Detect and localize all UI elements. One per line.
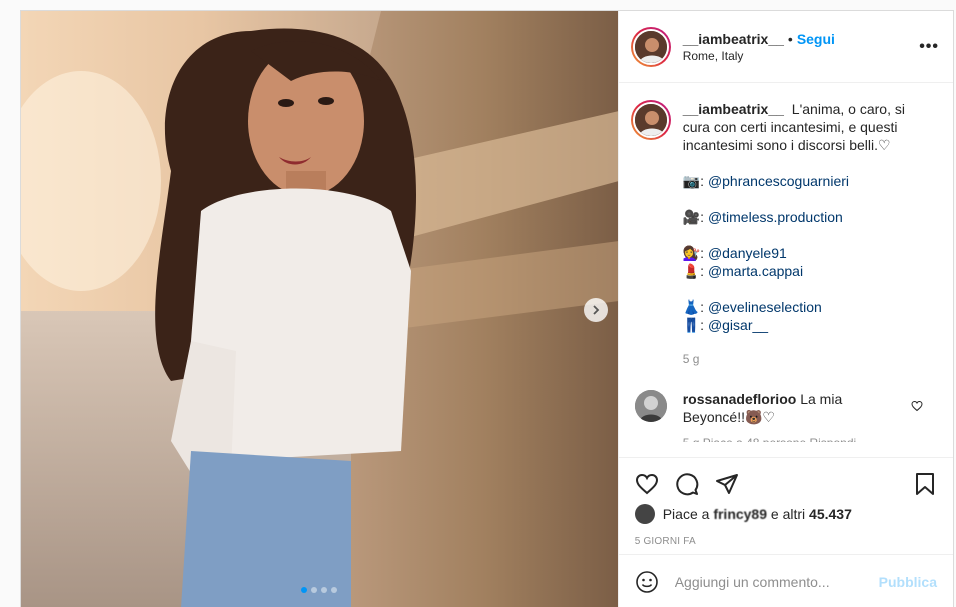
haircut-icon: 💇‍♀️ [682, 245, 701, 261]
comment-input[interactable] [674, 573, 879, 590]
add-comment-bar: Pubblica [618, 554, 953, 607]
lipstick-icon: 💄 [682, 263, 701, 279]
comment-bubble-icon[interactable] [675, 472, 699, 496]
chevron-right-icon [593, 305, 600, 315]
caption-username[interactable]: __iambeatrix__ [683, 101, 784, 117]
comment-like-icon[interactable] [911, 400, 923, 412]
credit-line: 💄: @marta.cappai [682, 263, 804, 279]
liker-avatar [634, 504, 655, 524]
likes-count[interactable]: 45.437 [809, 506, 852, 522]
credit-line: 👗: @evelineselection [682, 299, 822, 315]
share-paper-plane-icon[interactable] [715, 472, 739, 496]
avatar-image [632, 102, 669, 138]
post-age[interactable]: 5 GIORNI FA [635, 536, 937, 547]
carousel-indicator [301, 587, 337, 593]
avatar-image [632, 28, 669, 65]
caption-text-block: __iambeatrix__ L'anima, o caro, si cura … [683, 100, 923, 368]
post-media[interactable] [21, 11, 618, 607]
camera-icon: 📷 [682, 173, 701, 189]
credit-line: 👖: @gisar__ [682, 317, 769, 333]
comments-section: __iambeatrix__ L'anima, o caro, si cura … [619, 84, 953, 457]
carousel-dot [331, 587, 337, 593]
emoji-icon[interactable] [635, 570, 659, 594]
credit-line: 🎥: @timeless.production [682, 209, 843, 225]
comment-item: rossanadeflorioo La mia Beyoncé!!🐻♡ 5 g … [631, 390, 937, 442]
post-sidebar: __iambeatrix__ • Segui Rome, Italy ••• _… [617, 11, 953, 607]
caption-avatar[interactable] [630, 100, 671, 140]
likes-suffix: e altri [770, 506, 806, 522]
credit-line: 💇‍♀️: @danyele91 [682, 245, 787, 261]
caption-timestamp[interactable]: 5 g [683, 350, 923, 368]
carousel-dot [311, 587, 317, 593]
mention-link[interactable]: @gisar__ [708, 317, 768, 333]
comment-meta[interactable]: 5 g Piace a 48 persone Rispondi [683, 434, 893, 442]
commenter-avatar[interactable] [634, 390, 667, 422]
dress-icon: 👗 [682, 299, 701, 315]
author-info: __iambeatrix__ • Segui Rome, Italy [683, 31, 919, 63]
separator-dot: • [787, 30, 793, 47]
jeans-icon: 👖 [682, 317, 701, 333]
like-heart-icon[interactable] [635, 472, 659, 496]
post-photo [21, 11, 618, 607]
post-caption: __iambeatrix__ L'anima, o caro, si cura … [630, 100, 937, 368]
author-username[interactable]: __iambeatrix__ [683, 31, 784, 47]
more-options-icon[interactable]: ••• [919, 38, 939, 56]
mention-link[interactable]: @evelineselection [708, 299, 822, 315]
commenter-username[interactable]: rossanadeflorioo [683, 391, 797, 407]
liker-username[interactable]: frincy89 [713, 506, 767, 522]
carousel-dot [301, 587, 307, 593]
post-card: __iambeatrix__ • Segui Rome, Italy ••• _… [20, 10, 954, 607]
mention-link[interactable]: @timeless.production [708, 209, 843, 225]
mention-link[interactable]: @marta.cappai [708, 263, 803, 279]
bookmark-icon[interactable] [913, 472, 937, 496]
post-actions: Piace a frincy89 e altri 45.437 5 GIORNI… [618, 457, 953, 567]
author-avatar[interactable] [630, 26, 671, 67]
likes-summary[interactable]: Piace a frincy89 e altri 45.437 [634, 504, 937, 524]
post-location[interactable]: Rome, Italy [683, 49, 919, 63]
follow-button[interactable]: Segui [797, 31, 835, 47]
mention-link[interactable]: @danyele91 [708, 245, 787, 261]
carousel-next-button[interactable] [584, 298, 608, 322]
carousel-dot [321, 587, 327, 593]
publish-button[interactable]: Pubblica [879, 574, 937, 590]
video-camera-icon: 🎥 [682, 209, 701, 225]
credit-line: 📷: @phrancescoguarnieri [682, 173, 850, 189]
likes-prefix: Piace a [662, 506, 710, 522]
post-header: __iambeatrix__ • Segui Rome, Italy ••• [618, 11, 953, 83]
heart-emoji: ♡ [878, 137, 891, 153]
mention-link[interactable]: @phrancescoguarnieri [708, 173, 849, 189]
comment-body: rossanadeflorioo La mia Beyoncé!!🐻♡ 5 g … [683, 390, 893, 442]
